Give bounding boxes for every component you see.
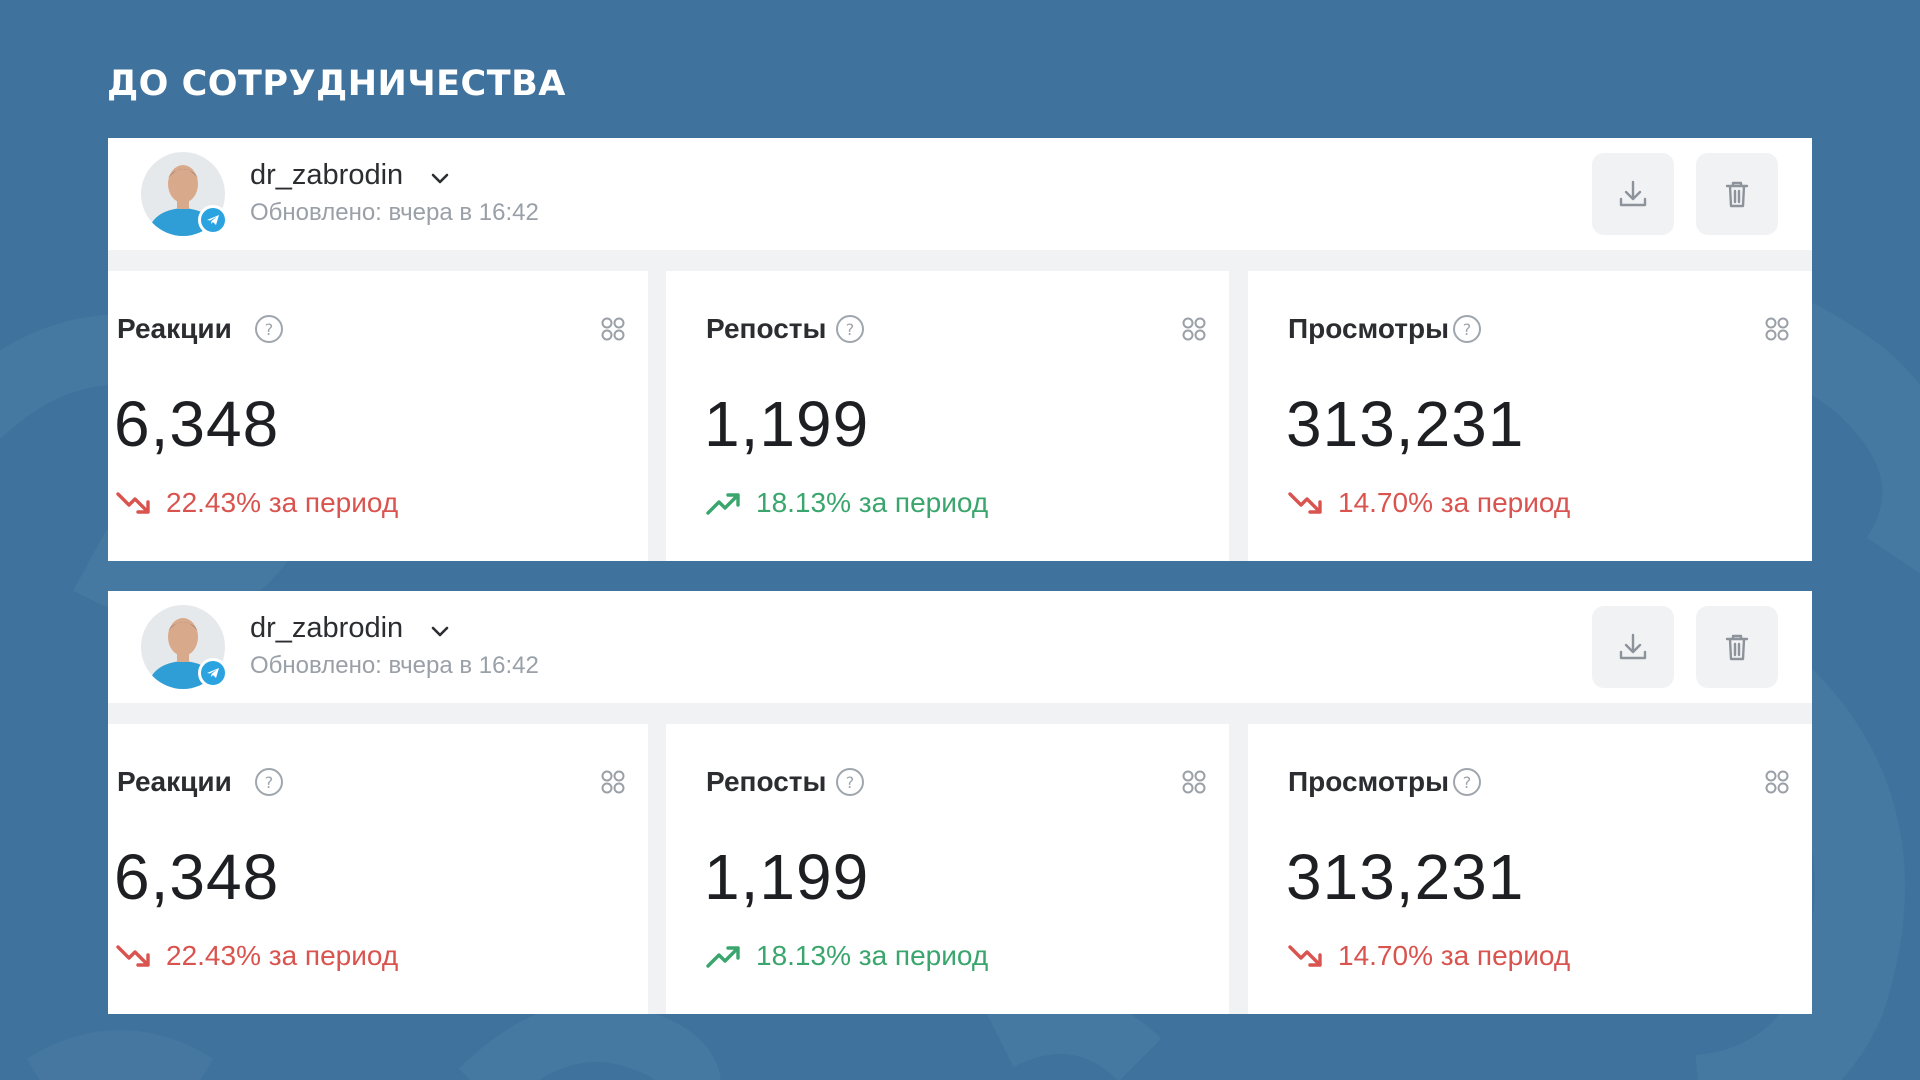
drag-handle-icon[interactable]	[1181, 316, 1207, 342]
help-icon[interactable]: ?	[253, 313, 285, 345]
download-icon	[1619, 633, 1647, 660]
metric-change: 14.70% за период	[1288, 940, 1570, 972]
telegram-icon	[198, 205, 228, 235]
avatar[interactable]	[141, 605, 228, 689]
trend-down-icon	[1288, 492, 1322, 514]
metric-change-text: 18.13% за период	[756, 487, 989, 518]
metric-card-reactions: Реакции ? 6,348 22.43% за период	[108, 271, 648, 561]
metric-label: Просмотры	[1288, 313, 1450, 344]
trend-up-icon	[706, 946, 740, 968]
download-button[interactable]	[1592, 153, 1674, 235]
telegram-icon	[198, 658, 228, 688]
chevron-down-icon[interactable]	[428, 619, 452, 643]
drag-handle-icon[interactable]	[600, 316, 626, 342]
metric-change-text: 22.43% за период	[166, 940, 399, 971]
metric-value: 313,231	[1286, 841, 1525, 913]
metric-card-views: Просмотры ? 313,231 14.70% за период	[1248, 724, 1812, 1014]
metric-change: 22.43% за период	[116, 487, 398, 519]
help-icon[interactable]: ?	[253, 766, 285, 798]
metric-value: 6,348	[114, 841, 280, 913]
trend-down-icon	[116, 492, 150, 514]
svg-text:?: ?	[1463, 773, 1472, 792]
download-icon	[1619, 180, 1647, 207]
drag-handle-icon[interactable]	[600, 769, 626, 795]
metric-label: Просмотры	[1288, 766, 1450, 797]
trend-up-icon	[706, 493, 740, 515]
account-header: dr_zabrodin Обновлено: вчера в 16:42	[108, 591, 1812, 703]
metric-card-views: Просмотры ? 313,231 14.70% за период	[1248, 271, 1812, 561]
delete-button[interactable]	[1696, 153, 1778, 235]
metric-change-text: 14.70% за период	[1338, 487, 1571, 518]
metric-change-text: 14.70% за период	[1338, 940, 1571, 971]
metric-change-text: 18.13% за период	[756, 940, 989, 971]
updated-timestamp: Обновлено: вчера в 16:42	[250, 199, 539, 226]
drag-handle-icon[interactable]	[1764, 769, 1790, 795]
help-icon[interactable]: ?	[1451, 766, 1483, 798]
metric-value: 6,348	[114, 388, 280, 460]
metric-card-reactions: Реакции ? 6,348 22.43% за период	[108, 724, 648, 1014]
help-icon[interactable]: ?	[834, 766, 866, 798]
chevron-down-icon[interactable]	[428, 166, 452, 190]
metric-value: 1,199	[704, 388, 870, 460]
metric-card-reposts: Репосты ? 1,199 18.13% за период	[666, 271, 1229, 561]
delete-button[interactable]	[1696, 606, 1778, 688]
metric-change: 18.13% за период	[706, 940, 988, 972]
metric-label: Репосты	[706, 313, 827, 344]
metric-label: Репосты	[706, 766, 827, 797]
metric-label: Реакции	[117, 766, 232, 797]
account-stats-panel: dr_zabrodin Обновлено: вчера в 16:42 Реа…	[108, 138, 1812, 561]
help-icon[interactable]: ?	[1451, 313, 1483, 345]
account-stats-panel: dr_zabrodin Обновлено: вчера в 16:42 Реа…	[108, 591, 1812, 1014]
help-icon[interactable]: ?	[834, 313, 866, 345]
metric-change-text: 22.43% за период	[166, 487, 399, 518]
trash-icon	[1725, 181, 1749, 208]
svg-text:?: ?	[846, 320, 855, 339]
trend-down-icon	[116, 945, 150, 967]
trash-icon	[1725, 634, 1749, 661]
slide-title: ДО СОТРУДНИЧЕСТВА	[107, 64, 566, 104]
drag-handle-icon[interactable]	[1764, 316, 1790, 342]
updated-timestamp: Обновлено: вчера в 16:42	[250, 652, 539, 679]
account-name[interactable]: dr_zabrodin	[250, 159, 403, 192]
trend-down-icon	[1288, 945, 1322, 967]
metric-change: 14.70% за период	[1288, 487, 1570, 519]
svg-text:?: ?	[846, 773, 855, 792]
metric-change: 22.43% за период	[116, 940, 398, 972]
metric-label: Реакции	[117, 313, 232, 344]
download-button[interactable]	[1592, 606, 1674, 688]
svg-text:?: ?	[265, 320, 274, 339]
svg-text:?: ?	[1463, 320, 1472, 339]
metric-value: 313,231	[1286, 388, 1525, 460]
account-header: dr_zabrodin Обновлено: вчера в 16:42	[108, 138, 1812, 250]
avatar[interactable]	[141, 152, 228, 236]
account-name[interactable]: dr_zabrodin	[250, 612, 403, 645]
metric-value: 1,199	[704, 841, 870, 913]
drag-handle-icon[interactable]	[1181, 769, 1207, 795]
metric-card-reposts: Репосты ? 1,199 18.13% за период	[666, 724, 1229, 1014]
svg-text:?: ?	[265, 773, 274, 792]
metric-change: 18.13% за период	[706, 487, 988, 519]
